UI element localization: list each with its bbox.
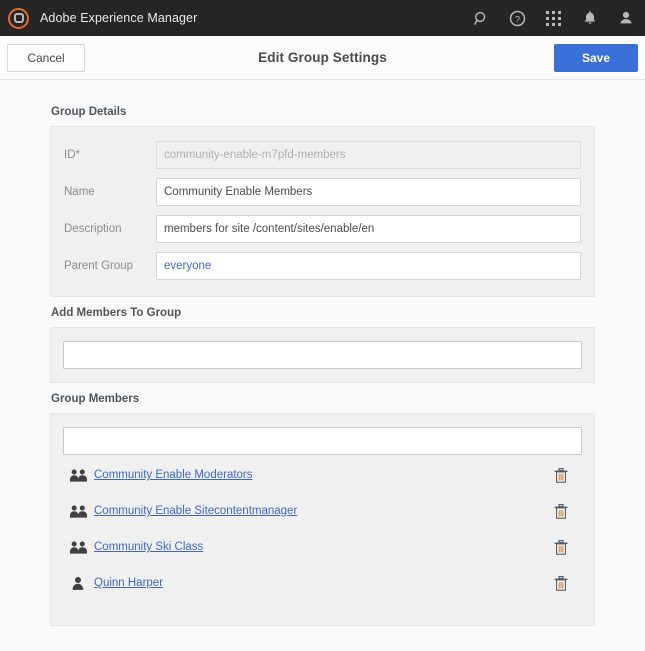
group-members-icon [69,538,87,556]
field-label-description: Description [64,223,122,235]
field-label-parent-group: Parent Group [64,260,134,272]
list-item[interactable]: Community Enable Moderators [63,459,582,491]
field-label-name: Name [64,186,95,198]
list-item[interactable]: Community Ski Class [63,531,582,563]
add-members-input[interactable] [63,341,582,369]
field-row-description: Description [64,215,581,243]
apps-grid-icon[interactable] [544,9,563,28]
group-members-icon [69,502,87,520]
group-members-heading: Group Members [51,393,140,405]
single-user-icon [69,574,87,592]
add-members-heading: Add Members To Group [51,307,182,319]
trash-icon[interactable] [552,502,570,520]
trash-icon[interactable] [552,574,570,592]
add-members-panel [50,327,595,383]
page-content: Group Details ID* Name Description Paren… [0,80,645,626]
adobe-logo-icon[interactable] [8,7,29,29]
group-details-heading: Group Details [51,106,127,118]
field-label-id: ID* [64,149,80,161]
group-members-icon [69,466,87,484]
user-avatar-icon[interactable] [616,9,635,28]
search-icon[interactable] [472,9,491,28]
trash-icon[interactable] [552,538,570,556]
svg-text:?: ? [515,14,520,25]
field-row-parent-group: Parent Group [64,252,581,280]
member-link[interactable]: Community Enable Sitecontentmanager [94,505,297,517]
trash-icon[interactable] [552,466,570,484]
field-row-name: Name [64,178,581,206]
group-members-filter-input[interactable] [63,427,582,455]
app-title: Adobe Experience Manager [40,11,198,25]
header-icon-group: ? [472,9,635,28]
member-link[interactable]: Community Enable Moderators [94,469,253,481]
description-field[interactable] [156,215,581,243]
cancel-button[interactable]: Cancel [7,43,85,72]
id-field [156,141,581,169]
app-header: Adobe Experience Manager ? [0,0,645,36]
save-button[interactable]: Save [554,43,638,72]
bell-icon[interactable] [580,9,599,28]
list-item[interactable]: Quinn Harper [63,567,582,599]
group-members-panel: Community Enable Moderators Community En… [50,413,595,626]
field-row-id: ID* [64,141,581,169]
parent-group-field[interactable] [156,252,581,280]
action-toolbar: Cancel Edit Group Settings Save [0,36,645,80]
name-field[interactable] [156,178,581,206]
member-link[interactable]: Community Ski Class [94,541,203,553]
list-item[interactable]: Community Enable Sitecontentmanager [63,495,582,527]
help-icon[interactable]: ? [508,9,527,28]
adobe-logo-inner [13,13,24,23]
group-details-panel: ID* Name Description Parent Group [50,126,595,297]
group-members-list: Community Enable Moderators Community En… [63,459,582,599]
page-title: Edit Group Settings [258,50,387,65]
member-link[interactable]: Quinn Harper [94,577,163,589]
